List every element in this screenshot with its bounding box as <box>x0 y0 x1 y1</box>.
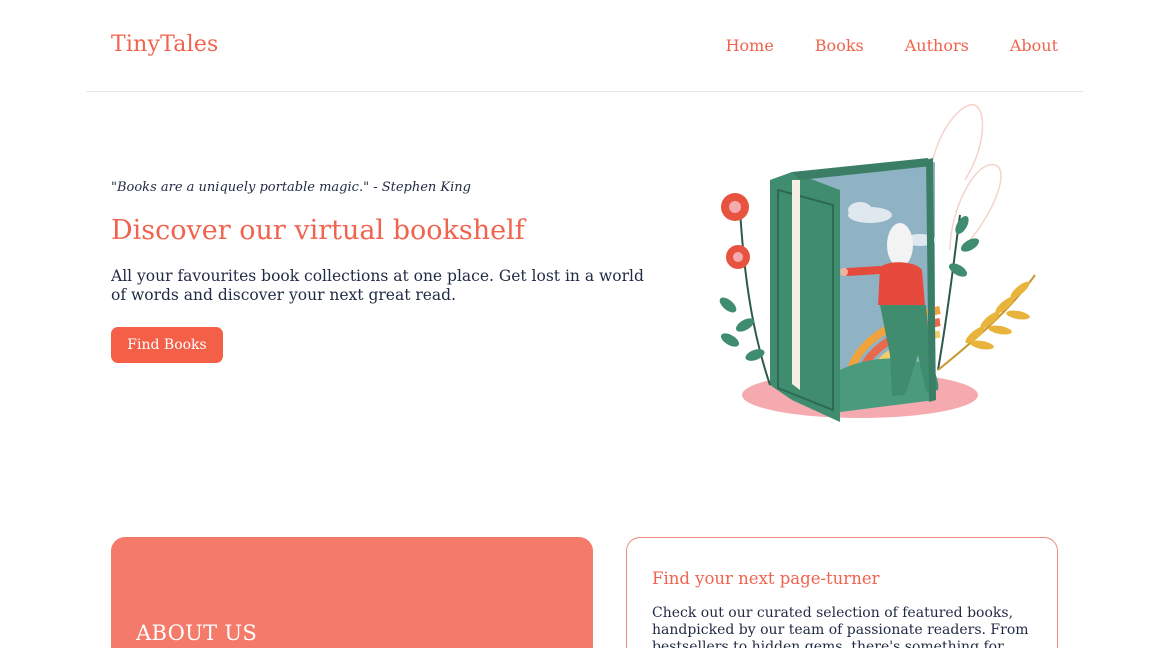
nav-home-link[interactable]: Home <box>726 36 774 55</box>
hero-title: Discover our virtual bookshelf <box>111 215 525 246</box>
hero-description: All your favourites book collections at … <box>111 267 644 304</box>
nav-books-link[interactable]: Books <box>815 36 864 55</box>
nav-authors-link[interactable]: Authors <box>905 36 969 55</box>
site-header: TinyTales Home Books Authors About <box>86 0 1083 92</box>
find-card-title: Find your next page-turner <box>652 569 880 588</box>
about-us-title: ABOUT US <box>136 621 258 645</box>
site-logo[interactable]: TinyTales <box>111 32 219 57</box>
find-books-button[interactable]: Find Books <box>111 327 223 363</box>
about-us-card: ABOUT US <box>111 537 593 648</box>
open-book-illustration <box>719 103 1036 422</box>
find-card-text: Check out our curated selection of featu… <box>652 605 1029 648</box>
hero-section: "Books are a uniquely portable magic." -… <box>111 180 671 363</box>
find-page-turner-card: Find your next page-turner Check out our… <box>626 537 1058 648</box>
hero-quote: "Books are a uniquely portable magic." -… <box>111 180 471 195</box>
main-nav: Home Books Authors About <box>685 36 1058 55</box>
nav-about-link[interactable]: About <box>1010 36 1058 55</box>
